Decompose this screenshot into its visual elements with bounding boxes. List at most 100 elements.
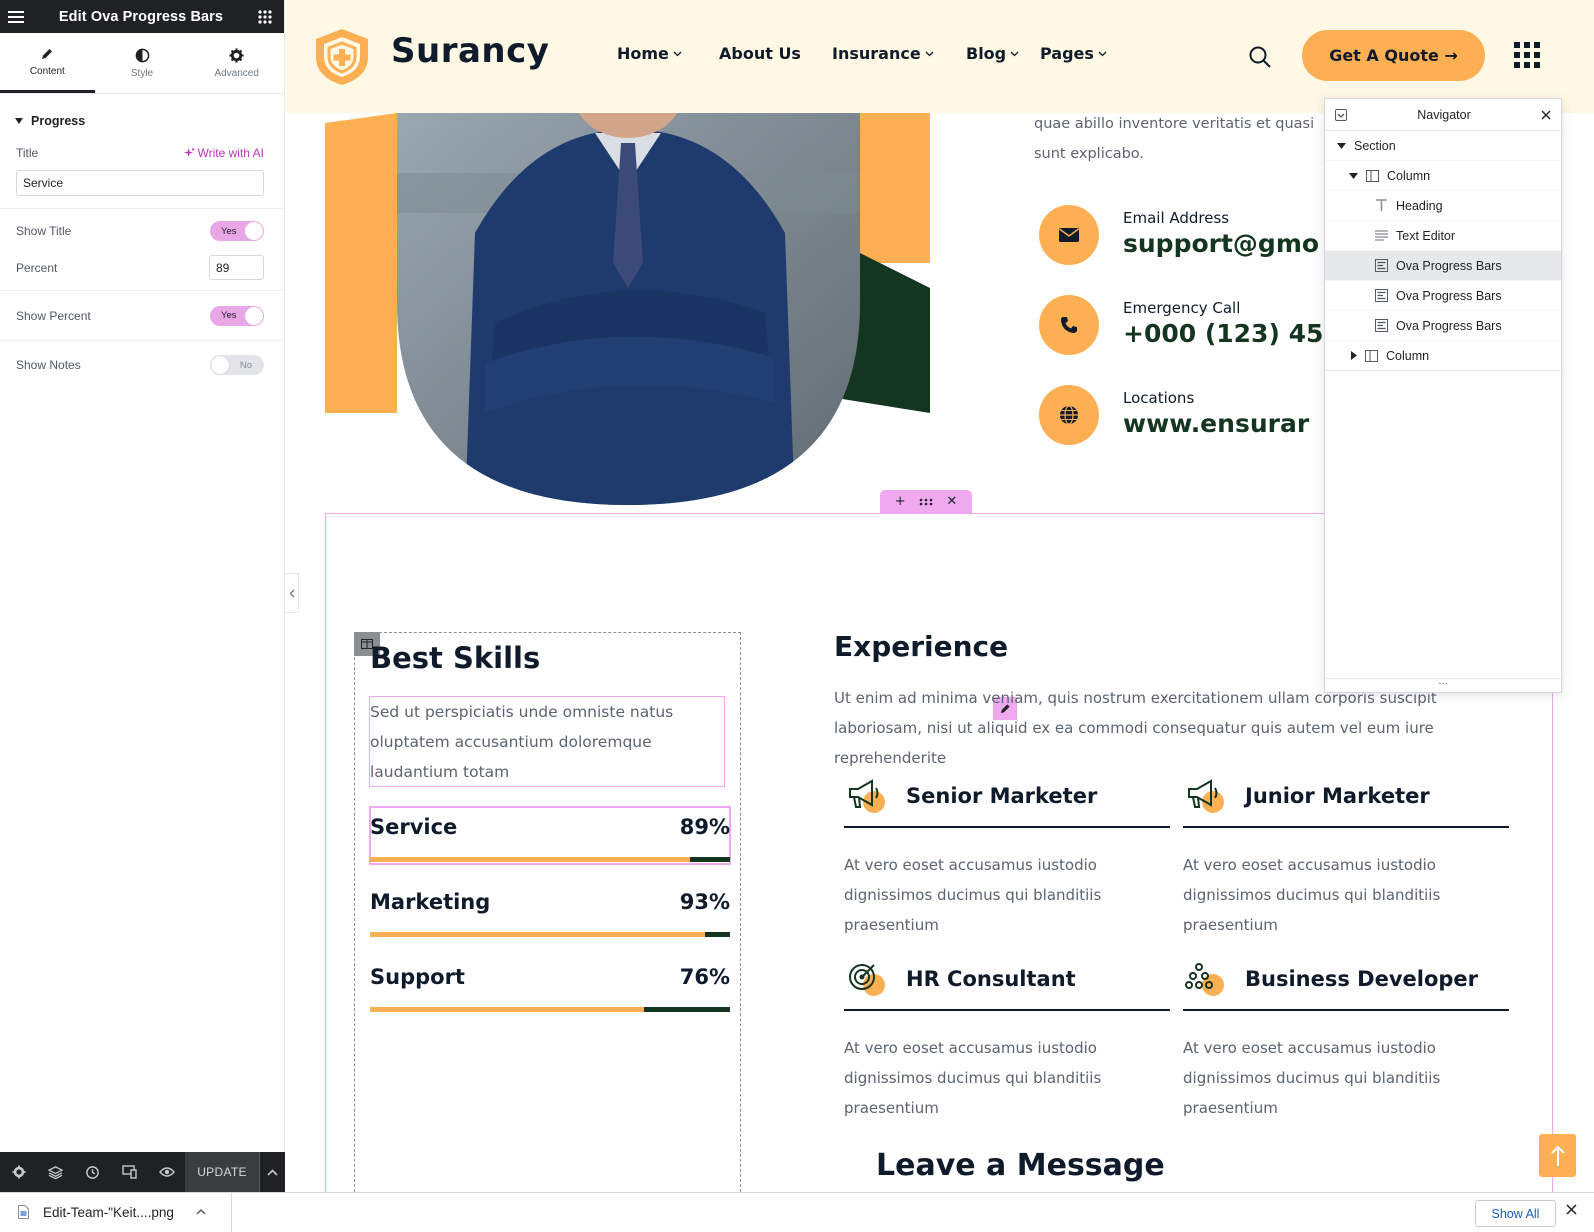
navigator-item-label: Column [1386, 348, 1430, 363]
navigator-header: Navigator [1325, 99, 1561, 131]
update-button[interactable]: UPDATE [185, 1152, 259, 1192]
nav-home-label: Home [617, 44, 669, 63]
progress-track [370, 1007, 730, 1012]
navigator-item-progress-bars-1[interactable]: Ova Progress Bars [1325, 251, 1561, 281]
progress-label: Support [370, 965, 465, 989]
history-icon[interactable] [74, 1152, 111, 1192]
nav-pages[interactable]: Pages [1040, 44, 1107, 63]
leave-message-heading: Leave a Message [876, 1148, 1165, 1183]
write-with-ai-label: Write with AI [197, 146, 264, 160]
layers-icon[interactable] [37, 1152, 74, 1192]
tab-style[interactable]: Style [95, 33, 190, 93]
show-title-label: Show Title [16, 224, 72, 238]
section-handle[interactable]: + ✕ [880, 490, 972, 513]
envelope-icon [1039, 205, 1099, 265]
close-icon[interactable] [1566, 1204, 1577, 1215]
show-all-button[interactable]: Show All [1475, 1200, 1556, 1227]
panel-header: Edit Ova Progress Bars [0, 0, 284, 33]
column-icon [1366, 169, 1379, 182]
progress-icon [1375, 259, 1388, 272]
progress-fill [370, 1007, 644, 1012]
experience-description: Ut enim ad minima veniam, quis nostrum e… [834, 689, 1437, 767]
show-percent-label: Show Percent [16, 308, 91, 323]
download-item[interactable]: Edit-Team-"Keit....png [0, 1192, 232, 1232]
show-notes-control: Show Notes No [0, 341, 284, 389]
title-control: Title Write with AI [0, 140, 284, 166]
navigator-item-label: Ova Progress Bars [1396, 258, 1502, 273]
caret-down-icon [1337, 142, 1346, 149]
close-icon[interactable] [1541, 110, 1551, 120]
progress-percent: 76% [679, 965, 730, 989]
editor-panel: Edit Ova Progress Bars Content Style Adv… [0, 0, 285, 1192]
location-value[interactable]: www.ensurar [1123, 409, 1309, 438]
nav-home[interactable]: Home [617, 44, 719, 63]
navigator-title: Navigator [1417, 107, 1471, 122]
preview-eye-icon[interactable] [148, 1152, 185, 1192]
back-to-top-button[interactable] [1539, 1134, 1576, 1177]
tab-content[interactable]: Content [0, 33, 95, 93]
navigator-item-text-editor[interactable]: Text Editor [1325, 221, 1561, 251]
grid-menu-icon[interactable] [1514, 42, 1540, 68]
progress-percent: 89% [679, 815, 730, 839]
percent-input[interactable]: 89 [209, 255, 264, 280]
navigator-item-section[interactable]: Section [1325, 131, 1561, 161]
logo-shield-icon[interactable] [312, 27, 372, 87]
progress-bar-support[interactable]: Support 76% [370, 965, 730, 1012]
show-notes-toggle[interactable]: No [210, 355, 264, 375]
download-file-name: Edit-Team-"Keit....png [43, 1204, 174, 1220]
chevron-up-icon[interactable] [196, 1209, 206, 1215]
hamburger-menu-icon[interactable] [8, 10, 24, 23]
skills-heading: Best Skills [370, 641, 541, 675]
nav-about-us[interactable]: About Us [719, 44, 832, 63]
nav-insurance[interactable]: Insurance [832, 44, 966, 63]
settings-gear-icon[interactable] [0, 1152, 37, 1192]
contact-intro-line-1: quae abillo inventore veritatis et quasi [1034, 116, 1315, 132]
email-label: Email Address [1123, 209, 1230, 227]
file-icon [18, 1205, 29, 1219]
chevron-up-icon[interactable] [259, 1152, 285, 1192]
progress-section-toggle[interactable]: Progress [0, 102, 284, 140]
responsive-mode-icon[interactable] [111, 1152, 148, 1192]
job-senior-marketer: Senior Marketer At vero eoset accusamus … [844, 772, 1170, 940]
navigator-item-column-2[interactable]: Column [1325, 341, 1561, 371]
navigator-item-progress-bars-3[interactable]: Ova Progress Bars [1325, 311, 1561, 341]
title-input[interactable]: Service [16, 170, 264, 196]
progress-label: Service [370, 815, 458, 839]
delete-section-icon[interactable]: ✕ [946, 494, 957, 509]
tab-advanced[interactable]: Advanced [189, 33, 284, 93]
chevron-down-icon [925, 51, 934, 57]
navigator-item-label: Column [1387, 168, 1431, 183]
email-value[interactable]: support@gmo [1123, 229, 1319, 258]
add-section-icon[interactable]: + [895, 494, 906, 509]
brand-name[interactable]: Surancy [391, 31, 549, 71]
progress-bar-marketing[interactable]: Marketing 93% [370, 890, 730, 937]
phone-value[interactable]: +000 (123) 456 [1123, 319, 1341, 348]
progress-fill [370, 857, 691, 862]
job-junior-marketer: Junior Marketer At vero eoset accusamus … [1183, 772, 1509, 940]
search-icon[interactable] [1249, 46, 1271, 68]
section-title-label: Progress [31, 114, 86, 128]
navigator-item-progress-bars-2[interactable]: Ova Progress Bars [1325, 281, 1561, 311]
write-with-ai-button[interactable]: Write with AI [183, 146, 264, 160]
progress-bar-service[interactable]: Service 89% [370, 815, 730, 862]
nav-blog-label: Blog [966, 44, 1007, 63]
navigator-item-heading[interactable]: Heading [1325, 191, 1561, 221]
navigator-resize-handle[interactable]: ... [1325, 677, 1561, 692]
show-title-toggle[interactable]: Yes [210, 221, 264, 241]
drag-handle-icon[interactable] [919, 498, 933, 506]
show-percent-control: Show Percent Yes [0, 291, 284, 341]
show-percent-toggle[interactable]: Yes [210, 305, 264, 326]
progress-track [370, 932, 730, 937]
nav-blog[interactable]: Blog [966, 44, 1040, 63]
tab-style-label: Style [130, 67, 154, 79]
get-a-quote-button[interactable]: Get A Quote → [1302, 30, 1485, 81]
download-bar: Edit-Team-"Keit....png Show All [0, 1192, 1594, 1232]
progress-percent: 93% [679, 890, 730, 914]
contact-intro-line-2: sunt explicabo. [1034, 146, 1145, 162]
navigator-item-column[interactable]: Column [1325, 161, 1561, 191]
navigator-item-label: Heading [1396, 198, 1443, 213]
collapse-all-icon[interactable] [1335, 108, 1347, 121]
caret-right-icon [1351, 351, 1357, 360]
apps-grid-icon[interactable] [258, 9, 272, 24]
panel-title: Edit Ova Progress Bars [58, 8, 224, 25]
